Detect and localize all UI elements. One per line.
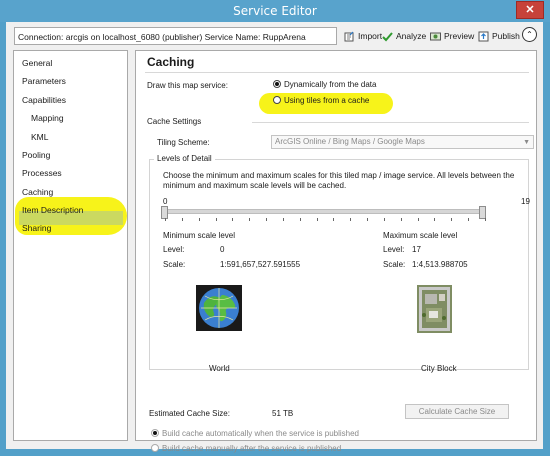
import-button[interactable]: Import [344, 29, 382, 43]
import-icon [344, 31, 355, 42]
service-editor-window: Service Editor ✕ Connection: arcgis on l… [0, 0, 550, 456]
world-thumbnail [196, 285, 242, 331]
min-level-value: 0 [220, 245, 225, 254]
slider-tick [367, 218, 369, 221]
max-scale-label: Scale: [383, 260, 406, 269]
slider-tick [383, 218, 385, 221]
radio-dynamic-label[interactable]: Dynamically from the data [284, 80, 376, 89]
slider-tick [266, 218, 268, 221]
slider-tick [400, 218, 402, 221]
sidebar-item-caching[interactable]: Caching [22, 187, 53, 197]
preview-button[interactable]: Preview [430, 29, 474, 43]
max-level-label: Level: [383, 245, 405, 254]
analyze-button[interactable]: Analyze [382, 29, 426, 43]
min-scale-title: Minimum scale level [163, 231, 236, 240]
levels-of-detail-title: Levels of Detail [154, 154, 215, 163]
divider [145, 72, 529, 73]
divider [252, 122, 529, 123]
estimated-size-label: Estimated Cache Size: [149, 409, 230, 418]
sidebar-item-kml[interactable]: KML [31, 132, 48, 142]
sidebar-item-capabilities[interactable]: Capabilities [22, 95, 66, 105]
collapse-button[interactable]: ⌃ [522, 27, 537, 42]
scale-range-slider[interactable] [165, 209, 486, 214]
cache-settings-label: Cache Settings [147, 117, 202, 126]
import-label: Import [358, 31, 383, 41]
connection-field: Connection: arcgis on localhost_6080 (pu… [14, 27, 337, 45]
slider-tick [232, 218, 234, 221]
min-scale-value: 1:591,657,527.591555 [220, 260, 301, 269]
estimated-size-value: 51 TB [272, 409, 294, 418]
max-level-value: 17 [412, 245, 421, 254]
sidebar-item-pooling[interactable]: Pooling [22, 150, 50, 160]
radio-dynamic[interactable] [273, 80, 281, 88]
sidebar-item-mapping[interactable]: Mapping [31, 113, 64, 123]
publish-label: Publish [492, 31, 520, 41]
slider-tick [434, 218, 436, 221]
close-button[interactable]: ✕ [516, 1, 544, 19]
slider-max-label: 19 [521, 197, 530, 206]
world-caption: World [209, 364, 230, 373]
sidebar-item-sharing[interactable]: Sharing [22, 223, 51, 233]
sidebar-item-parameters[interactable]: Parameters [22, 76, 66, 86]
tiling-scheme-select[interactable]: ArcGIS Online / Bing Maps / Google Maps … [271, 135, 534, 149]
preview-icon [430, 31, 441, 42]
slider-tick [249, 218, 251, 221]
min-level-label: Level: [163, 245, 185, 254]
calculate-cache-size-button[interactable]: Calculate Cache Size [405, 404, 509, 419]
analyze-label: Analyze [396, 31, 427, 41]
slider-tick [485, 218, 486, 221]
radio-build-manual[interactable] [151, 444, 159, 452]
draw-service-label: Draw this map service: [147, 81, 228, 90]
preview-label: Preview [444, 31, 475, 41]
page-title: Caching [147, 55, 195, 69]
levels-of-detail-description: Choose the minimum and maximum scales fo… [163, 171, 515, 190]
slider-tick [316, 218, 318, 221]
slider-tick [215, 218, 217, 221]
max-scale-title: Maximum scale level [383, 231, 458, 240]
sidebar-item-item-description[interactable]: Item Description [22, 205, 83, 215]
publish-button[interactable]: Publish [478, 29, 520, 43]
radio-tiles-label[interactable]: Using tiles from a cache [284, 96, 369, 105]
max-scale-value: 1:4,513.988705 [412, 260, 468, 269]
radio-build-manual-label[interactable]: Build cache manually after the service i… [162, 444, 341, 453]
slider-min-label: 0 [163, 197, 168, 206]
slider-tick [165, 218, 166, 221]
slider-tick [451, 218, 453, 221]
sidebar-item-general[interactable]: General [22, 58, 52, 68]
checkmark-icon [382, 31, 393, 42]
slider-tick [299, 218, 301, 221]
tiling-scheme-label: Tiling Scheme: [157, 138, 210, 147]
sidebar-item-processes[interactable]: Processes [22, 168, 62, 178]
sidebar: General Parameters Capabilities Mapping … [13, 50, 128, 441]
min-scale-label: Scale: [163, 260, 186, 269]
title-bar[interactable]: Service Editor ✕ [0, 0, 550, 22]
slider-tick [333, 218, 335, 221]
radio-build-auto[interactable] [151, 429, 159, 437]
caching-panel: Caching Draw this map service: Dynamical… [135, 50, 537, 453]
window-title: Service Editor [233, 4, 317, 18]
city-block-thumbnail [417, 285, 452, 333]
publish-icon [478, 31, 489, 42]
slider-tick [468, 218, 470, 221]
city-block-caption: City Block [421, 364, 457, 373]
slider-tick [350, 218, 352, 221]
chevron-down-icon: ▼ [523, 139, 530, 146]
slider-tick [282, 218, 284, 221]
radio-build-auto-label[interactable]: Build cache automatically when the servi… [162, 429, 359, 438]
client-area: Connection: arcgis on localhost_6080 (pu… [6, 22, 543, 453]
radio-tiles[interactable] [273, 96, 281, 104]
slider-tick [417, 218, 419, 221]
tiling-scheme-value: ArcGIS Online / Bing Maps / Google Maps [275, 137, 425, 146]
slider-tick [198, 218, 200, 221]
slider-tick [181, 218, 183, 221]
